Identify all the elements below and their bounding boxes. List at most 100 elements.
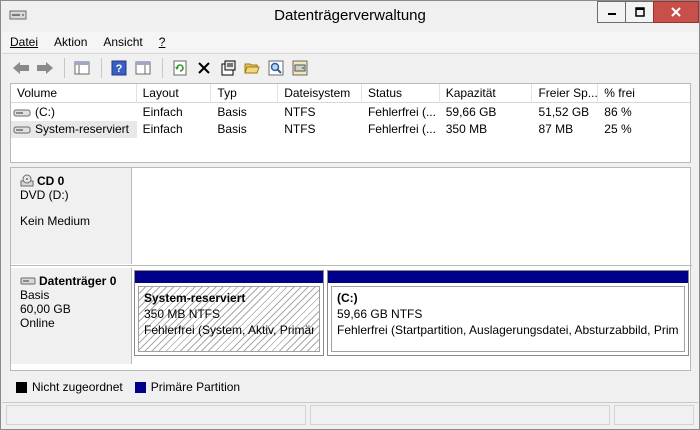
app-window: Datenträgerverwaltung Datei Aktion Ansic… — [0, 0, 700, 430]
volume-name: (C:) — [35, 105, 55, 119]
cell-layout: Einfach — [142, 105, 183, 119]
table-row[interactable]: (C:) Einfach Basis NTFS Fehlerfrei (... … — [11, 104, 690, 121]
cell-prozent-frei: 86 % — [604, 105, 632, 119]
close-icon — [671, 7, 681, 17]
cd-name: CD 0 — [20, 174, 131, 188]
cd-name-text: CD 0 — [37, 174, 65, 188]
status-bar — [2, 402, 698, 428]
minimize-button[interactable] — [597, 1, 625, 23]
cell-volume: System-reserviert — [11, 121, 137, 138]
cell-prozent-frei: 25 % — [604, 122, 632, 136]
disk0-row: Datenträger 0 Basis 60,00 GB Online Syst… — [11, 268, 692, 364]
partition-bar — [328, 271, 688, 283]
properties-button[interactable] — [217, 57, 239, 79]
search-icon — [268, 60, 284, 75]
cell-status: Fehlerfrei (... — [367, 105, 436, 119]
disk-properties-icon — [292, 60, 308, 75]
partition-status: Fehlerfrei (Startpartition, Auslagerungs… — [337, 323, 679, 337]
partition-body: System-reserviert 350 MB NTFS Fehlerfrei… — [138, 286, 320, 352]
legend-swatch-unallocated — [16, 381, 27, 393]
cell-typ: Basis — [217, 105, 247, 119]
window-title: Datenträgerverwaltung — [274, 7, 426, 24]
open-button[interactable] — [241, 57, 263, 79]
volume-name: System-reserviert — [35, 122, 130, 136]
partition-status: Fehlerfrei (System, Aktiv, Primäre P — [144, 323, 314, 337]
column-header-prozent-frei[interactable]: % frei — [598, 84, 690, 103]
partition-system-reserved[interactable]: System-reserviert 350 MB NTFS Fehlerfrei… — [134, 270, 324, 356]
menu-aktion[interactable]: Aktion — [54, 35, 87, 49]
partition-bar — [135, 271, 323, 283]
column-header-volume[interactable]: Volume — [11, 84, 137, 103]
delete-icon — [198, 61, 210, 74]
cell-volume: (C:) — [11, 104, 137, 121]
status-pane — [6, 405, 306, 425]
status-pane — [310, 405, 610, 425]
column-header-status[interactable]: Status — [362, 84, 440, 103]
column-header-freier-speicher[interactable]: Freier Sp... — [532, 84, 599, 103]
disk-properties-button[interactable] — [289, 57, 311, 79]
cd-media-status: Kein Medium — [20, 214, 91, 228]
toolbar-separator — [64, 57, 65, 78]
partition-name: (C:) — [337, 291, 358, 305]
disk0-label[interactable]: Datenträger 0 Basis 60,00 GB Online — [11, 268, 132, 364]
cd-label[interactable]: CD 0 DVD (D:) Kein Medium — [11, 168, 132, 264]
column-header-dateisystem[interactable]: Dateisystem — [278, 84, 362, 103]
close-button[interactable] — [653, 1, 699, 23]
arrow-left-icon — [13, 61, 29, 74]
cell-status: Fehlerfrei (... — [367, 122, 436, 136]
partition-name: System-reserviert — [144, 291, 246, 305]
search-button[interactable] — [265, 57, 287, 79]
cell-layout: Einfach — [142, 122, 183, 136]
hard-disk-icon — [20, 277, 36, 285]
drive-icon — [13, 109, 31, 116]
column-header-typ[interactable]: Typ — [211, 84, 279, 103]
column-header-kapazitaet[interactable]: Kapazität — [440, 84, 533, 103]
maximize-button[interactable] — [625, 1, 653, 23]
cd-row: CD 0 DVD (D:) Kein Medium — [11, 168, 692, 264]
back-button[interactable] — [10, 57, 32, 79]
partition-size: 59,66 GB NTFS — [337, 307, 423, 321]
cell-kapazitaet: 350 MB — [445, 122, 488, 136]
partition-c[interactable]: (C:) 59,66 GB NTFS Fehlerfrei (Startpart… — [327, 270, 689, 356]
cell-dateisystem: NTFS — [284, 122, 316, 136]
action-pane-icon — [135, 61, 151, 74]
legend-label-primary: Primäre Partition — [150, 380, 241, 394]
status-pane — [614, 405, 694, 425]
help-icon: ? — [111, 60, 127, 75]
menu-datei-label: Datei — [10, 35, 39, 49]
properties-icon — [221, 60, 236, 75]
svg-text:?: ? — [116, 63, 123, 75]
show-hide-action-pane-button[interactable] — [132, 57, 154, 79]
legend: Nicht zugeordnet Primäre Partition — [10, 377, 691, 397]
cell-typ: Basis — [217, 122, 247, 136]
cd-drive-icon — [20, 174, 34, 187]
disk0-name-text: Datenträger 0 — [39, 274, 117, 288]
folder-open-icon — [244, 63, 260, 73]
forward-button[interactable] — [34, 57, 56, 79]
volume-list: Volume Layout Typ Dateisystem Status Kap… — [10, 83, 691, 163]
menu-help[interactable]: ? — [159, 35, 166, 49]
disk0-size: 60,00 GB — [20, 302, 71, 316]
refresh-icon — [173, 60, 187, 75]
menu-datei[interactable]: Datei — [10, 35, 38, 49]
menu-ansicht[interactable]: Ansicht — [103, 35, 142, 49]
toolbar: ? — [2, 53, 698, 81]
refresh-button[interactable] — [169, 57, 191, 79]
legend-label-unallocated: Nicht zugeordnet — [32, 380, 123, 394]
console-tree-button[interactable] — [71, 57, 93, 79]
minimize-icon — [607, 13, 616, 15]
help-button[interactable]: ? — [108, 57, 130, 79]
disk0-kind: Basis — [20, 288, 50, 302]
delete-button[interactable] — [193, 57, 215, 79]
toolbar-separator — [162, 57, 163, 78]
arrow-right-icon — [37, 61, 53, 74]
cell-freier-speicher: 87 MB — [538, 122, 574, 136]
partition-size: 350 MB NTFS — [144, 307, 221, 321]
disk0-state: Online — [20, 316, 55, 330]
drive-icon — [13, 126, 31, 133]
disk-graphical-view: CD 0 DVD (D:) Kein Medium Datenträger 0 … — [10, 167, 692, 371]
partition-body: (C:) 59,66 GB NTFS Fehlerfrei (Startpart… — [331, 286, 685, 352]
table-row[interactable]: System-reserviert Einfach Basis NTFS Feh… — [11, 121, 690, 138]
column-header-layout[interactable]: Layout — [137, 84, 212, 103]
